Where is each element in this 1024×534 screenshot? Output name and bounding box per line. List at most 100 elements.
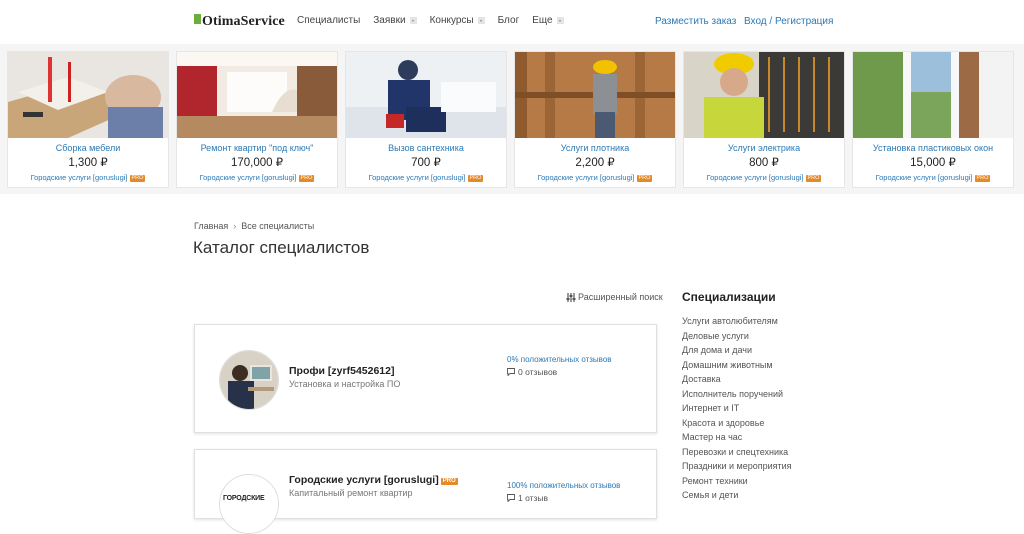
nav-requests[interactable]: Заявки xyxy=(373,15,417,26)
provider-link[interactable]: Городские услуги [goruslugi] xyxy=(876,173,973,182)
service-card[interactable]: Установка пластиковых окон 15,000 ₽ Горо… xyxy=(852,51,1014,188)
specialization-link[interactable]: Перевозки и спецтехника xyxy=(682,447,788,457)
service-title: Вызов сантехника xyxy=(388,143,464,153)
breadcrumb-current: Все специалисты xyxy=(241,221,315,231)
logo-text: OtimaService xyxy=(202,14,285,29)
service-provider: Городские услуги [goruslugi] PRO xyxy=(853,173,1013,182)
service-title: Установка пластиковых окон xyxy=(872,143,994,153)
site-header: OtimaService Специалисты Заявки Конкурсы… xyxy=(0,0,1024,45)
provider-link[interactable]: Городские услуги [goruslugi] xyxy=(369,173,466,182)
service-price: 170,000 ₽ xyxy=(230,157,284,169)
avatar[interactable]: ГОРОДСКИЕ xyxy=(219,474,279,534)
service-title: Сборка мебели xyxy=(55,143,121,153)
specialization-link[interactable]: Красота и здоровье xyxy=(682,418,764,428)
chevron-down-icon xyxy=(409,17,417,24)
specializations-title: Специализации xyxy=(682,290,776,304)
advanced-search-link[interactable]: Расширенный поиск xyxy=(566,292,663,302)
pro-badge: PRO xyxy=(974,175,991,182)
service-image xyxy=(853,52,1013,138)
service-provider: Городские услуги [goruslugi] PRO xyxy=(8,173,168,182)
specialization-link[interactable]: Мастер на час xyxy=(682,432,742,442)
service-provider: Городские услуги [goruslugi] PRO xyxy=(515,173,675,182)
post-order-link[interactable]: Разместить заказ xyxy=(655,16,736,27)
specialization-link[interactable]: Домашним животным xyxy=(682,360,773,370)
breadcrumb: Главная › Все специалисты xyxy=(194,221,314,231)
advanced-search-label: Расширенный поиск xyxy=(578,292,663,302)
service-card[interactable]: Услуги плотника 2,200 ₽ Городские услуги… xyxy=(514,51,676,188)
specialization-link[interactable]: Семья и дети xyxy=(682,490,738,500)
breadcrumb-separator: › xyxy=(233,221,237,231)
specialization-link[interactable]: Для дома и дачи xyxy=(682,345,752,355)
specialist-rating[interactable]: 100% положительных отзывов xyxy=(507,481,620,490)
specialization-link[interactable]: Интернет и IT xyxy=(682,403,739,413)
chevron-down-icon xyxy=(556,17,564,24)
service-image xyxy=(346,52,506,138)
service-card[interactable]: Вызов сантехника 700 ₽ Городские услуги … xyxy=(345,51,507,188)
nav-label: Еще xyxy=(532,15,553,26)
login-register-link[interactable]: Вход / Регистрация xyxy=(744,16,833,27)
specialist-card[interactable]: ГОРОДСКИЕ Городские услуги [goruslugi] PR… xyxy=(194,449,657,534)
page-title: Каталог специалистов xyxy=(193,238,370,257)
specialist-name[interactable]: Профи [zyrf5452612] xyxy=(289,365,394,377)
specializations-list: Услуги автолюбителям Деловые услуги Для … xyxy=(682,314,792,503)
specialist-rating[interactable]: 0% положительных отзывов xyxy=(507,355,612,364)
avatar[interactable] xyxy=(219,350,279,410)
pro-badge: PRO xyxy=(440,478,458,485)
specialist-name[interactable]: Городские услуги [goruslugi] PRO xyxy=(289,474,458,486)
logo-mark-icon xyxy=(194,14,201,24)
specialist-reviews[interactable]: 0 отзывов xyxy=(507,367,557,377)
service-card[interactable]: Ремонт квартир "под ключ" 170,000 ₽ Горо… xyxy=(176,51,338,188)
services-carousel: Сборка мебели 1,300 ₽ Городские услуги [… xyxy=(0,44,1024,194)
specialist-subtitle: Установка и настройка ПО xyxy=(289,379,401,389)
nav-label: Специалисты xyxy=(297,15,361,26)
nav-label: Заявки xyxy=(373,15,406,26)
service-title: Ремонт квартир "под ключ" xyxy=(200,143,314,153)
provider-link[interactable]: Городские услуги [goruslugi] xyxy=(707,173,804,182)
filter-sliders-icon xyxy=(566,292,576,302)
service-card[interactable]: Сборка мебели 1,300 ₽ Городские услуги [… xyxy=(7,51,169,188)
specialist-name-text: Городские услуги [goruslugi] xyxy=(289,474,439,486)
service-image xyxy=(684,52,844,138)
service-provider: Городские услуги [goruslugi] PRO xyxy=(684,173,844,182)
specialist-card[interactable]: Профи [zyrf5452612] Установка и настройк… xyxy=(194,324,657,433)
breadcrumb-home[interactable]: Главная xyxy=(194,221,228,231)
pro-badge: PRO xyxy=(298,175,315,182)
avatar-text: ГОРОДСКИЕ xyxy=(223,495,265,502)
main-nav: Специалисты Заявки Конкурсы Блог Еще xyxy=(297,15,577,26)
nav-label: Блог xyxy=(497,15,520,26)
nav-specialists[interactable]: Специалисты xyxy=(297,15,360,26)
service-price: 700 ₽ xyxy=(411,157,441,169)
nav-blog[interactable]: Блог xyxy=(498,15,520,26)
specialization-link[interactable]: Праздники и мероприятия xyxy=(682,461,792,471)
provider-link[interactable]: Городские услуги [goruslugi] xyxy=(538,173,635,182)
service-image xyxy=(515,52,675,138)
specialization-link[interactable]: Доставка xyxy=(682,374,721,384)
service-price: 15,000 ₽ xyxy=(910,157,956,169)
site-logo[interactable]: OtimaService xyxy=(194,12,285,32)
pro-badge: PRO xyxy=(129,175,146,182)
pro-badge: PRO xyxy=(636,175,653,182)
service-card[interactable]: Услуги электрика 800 ₽ Городские услуги … xyxy=(683,51,845,188)
provider-link[interactable]: Городские услуги [goruslugi] xyxy=(200,173,297,182)
nav-label: Конкурсы xyxy=(429,15,474,26)
reviews-count: 0 отзывов xyxy=(518,367,558,377)
service-price: 2,200 ₽ xyxy=(575,157,615,169)
service-title: Услуги плотника xyxy=(560,143,630,153)
specialist-subtitle: Капитальный ремонт квартир xyxy=(289,488,413,498)
nav-contests[interactable]: Конкурсы xyxy=(430,15,485,26)
specialization-link[interactable]: Исполнитель поручений xyxy=(682,389,783,399)
specialization-link[interactable]: Услуги автолюбителям xyxy=(682,316,778,326)
service-title: Услуги электрика xyxy=(727,143,801,153)
nav-more[interactable]: Еще xyxy=(532,15,564,26)
pro-badge: PRO xyxy=(467,175,484,182)
comment-icon xyxy=(507,494,515,502)
comment-icon xyxy=(507,368,515,376)
pro-badge: PRO xyxy=(805,175,822,182)
service-image xyxy=(8,52,168,138)
service-price: 1,300 ₽ xyxy=(68,157,108,169)
provider-link[interactable]: Городские услуги [goruslugi] xyxy=(31,173,128,182)
service-provider: Городские услуги [goruslugi] PRO xyxy=(177,173,337,182)
specialization-link[interactable]: Деловые услуги xyxy=(682,331,749,341)
chevron-down-icon xyxy=(477,17,485,24)
specialization-link[interactable]: Ремонт техники xyxy=(682,476,748,486)
